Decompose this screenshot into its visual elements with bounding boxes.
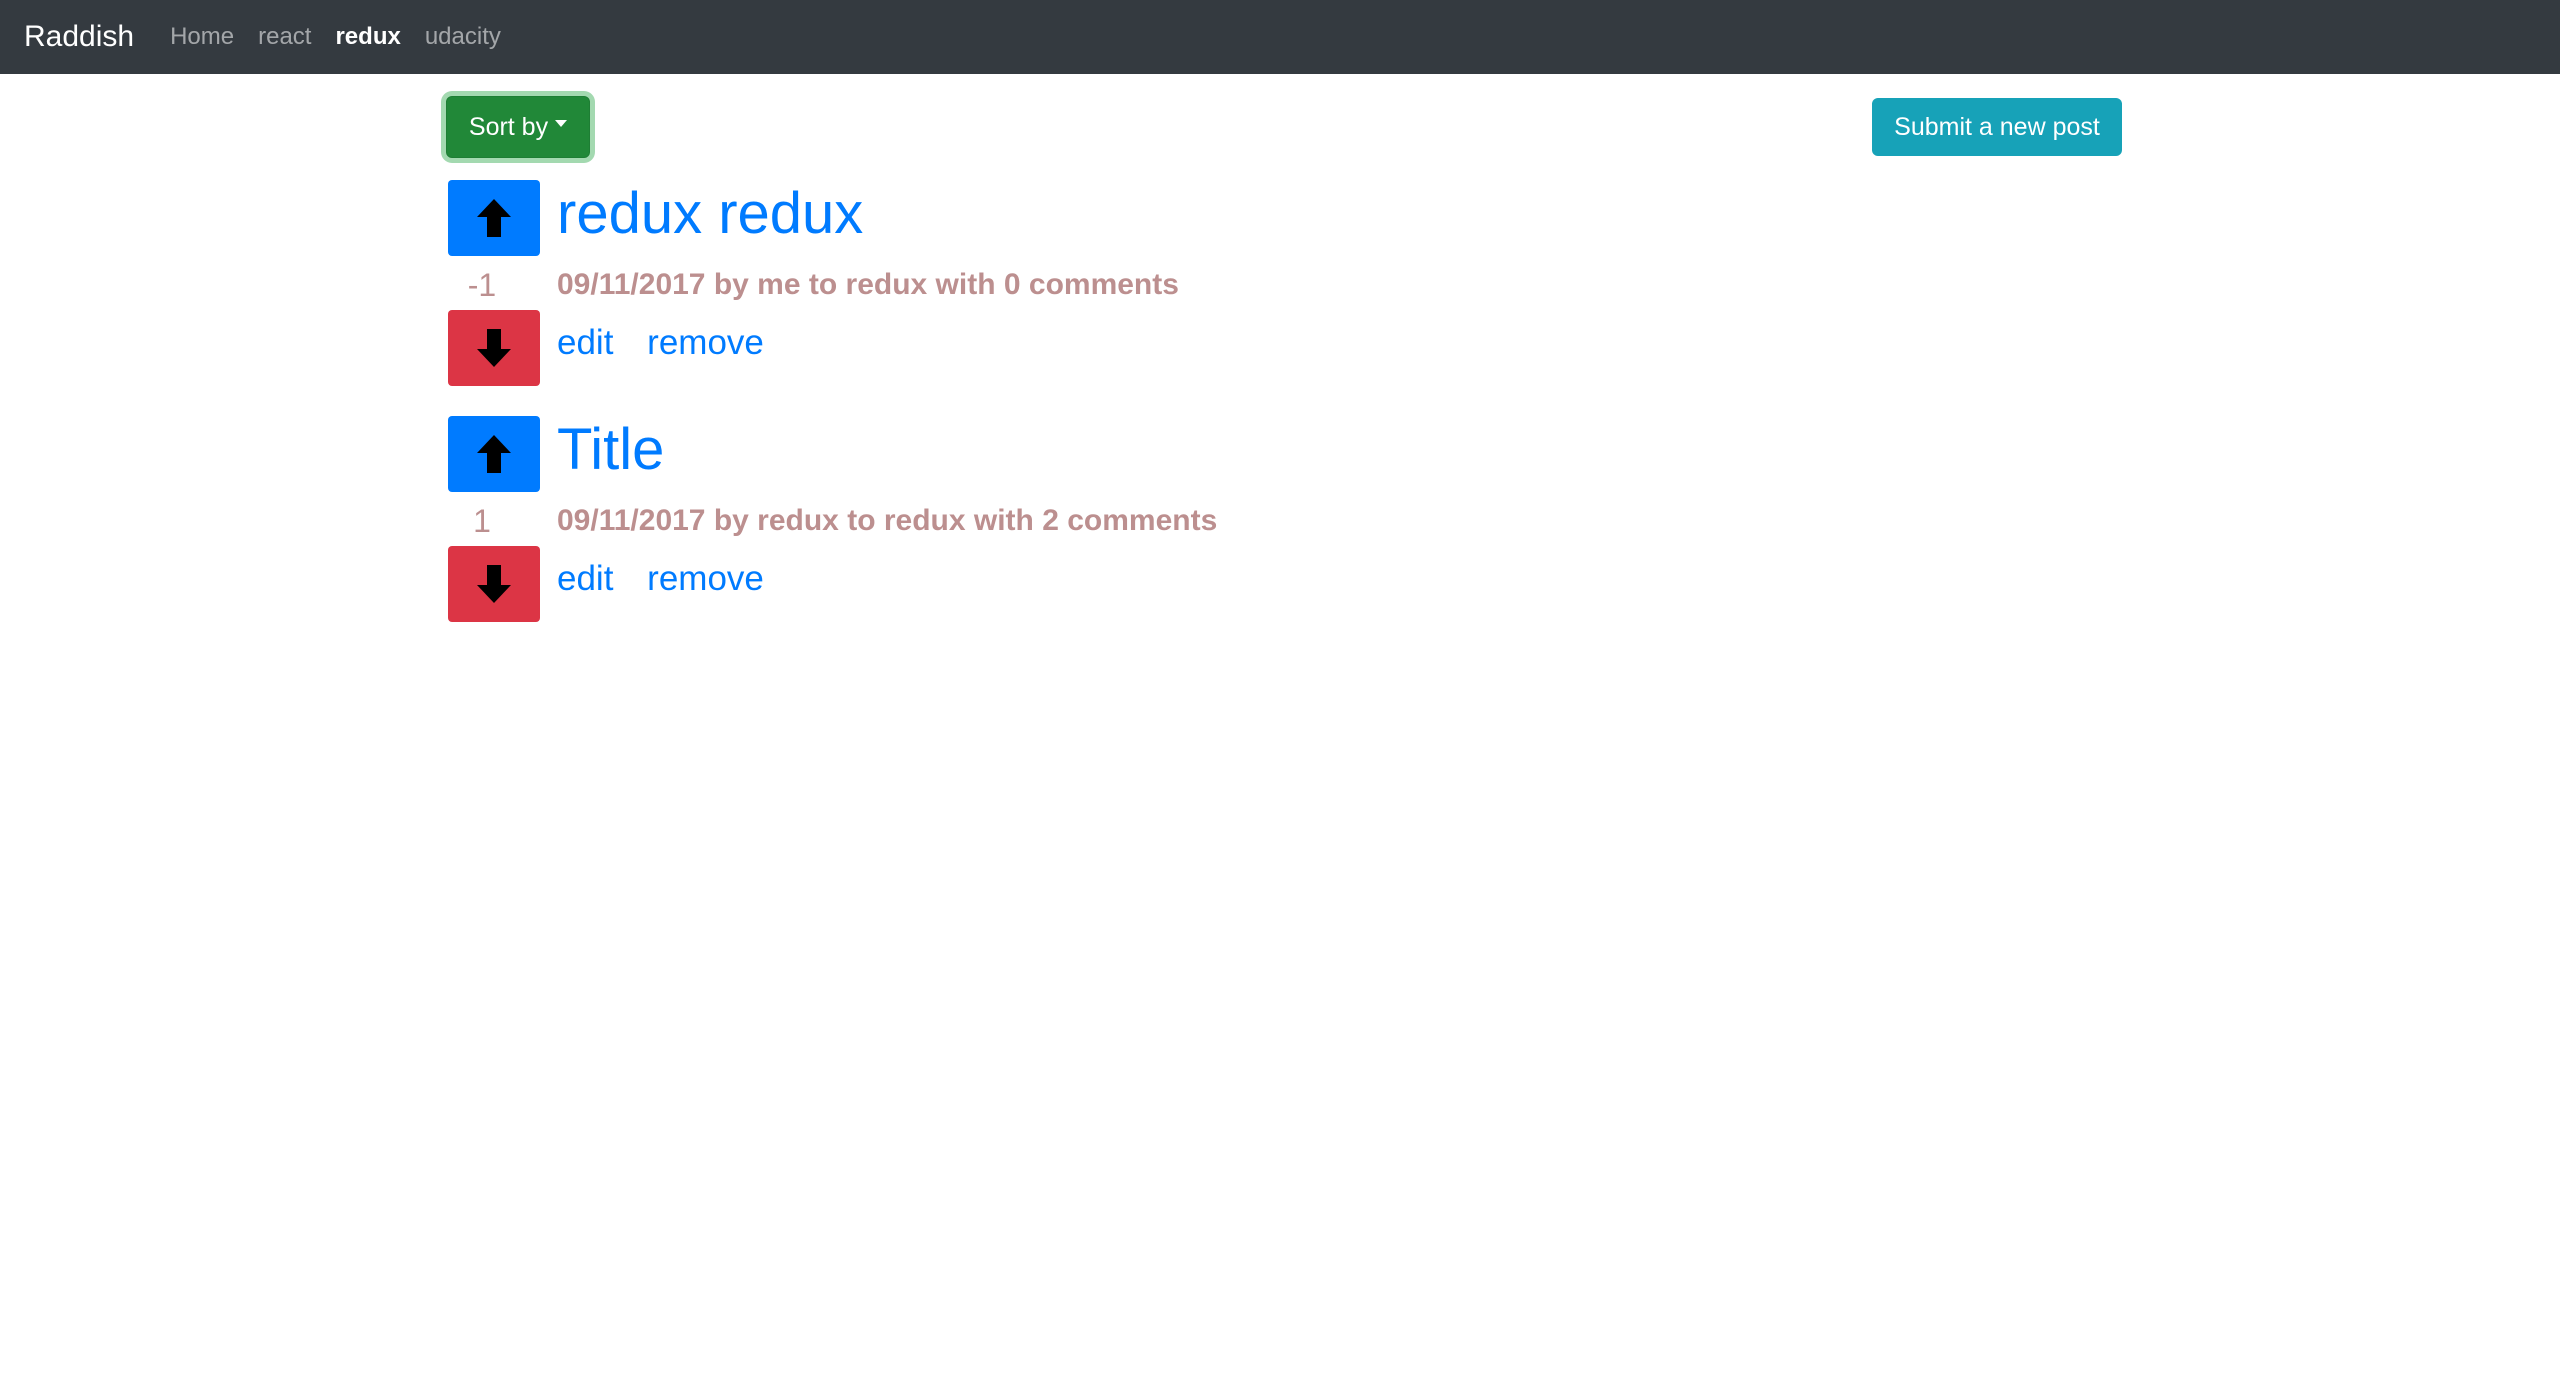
arrow-down-icon [477,329,511,367]
post-score: -1 [467,267,497,303]
post-meta: 09/11/2017 by me to redux with 0 comment… [557,268,1179,301]
remove-post-link[interactable]: remove [647,559,764,598]
downvote-button[interactable] [448,546,540,622]
arrow-down-icon [477,565,511,603]
post-title-link[interactable]: redux redux [557,174,863,254]
edit-post-link[interactable]: edit [557,323,613,362]
arrow-up-icon [477,199,511,237]
downvote-button[interactable] [448,310,540,386]
top-navbar: Raddish Home react redux udacity [0,0,2560,74]
upvote-button[interactable] [448,416,540,492]
post-item: 1 Title 09/11/2017 by redux to redux wit… [448,416,1848,622]
sort-by-label: Sort by [468,112,549,141]
arrow-up-icon [477,435,511,473]
post-item: -1 redux redux 09/11/2017 by me to redux… [448,180,1848,386]
submit-new-post-button[interactable]: Submit a new post [1872,98,2122,156]
nav-link-redux[interactable]: redux [335,23,400,51]
nav-link-react[interactable]: react [258,23,311,51]
brand-logo-link[interactable]: Raddish [24,20,134,54]
edit-post-link[interactable]: edit [557,559,613,598]
nav-link-udacity[interactable]: udacity [425,23,501,51]
caret-down-icon [555,119,568,127]
post-score: 1 [473,503,491,539]
upvote-button[interactable] [448,180,540,256]
post-meta: 09/11/2017 by redux to redux with 2 comm… [557,504,1218,537]
nav-link-home[interactable]: Home [170,23,234,51]
post-actions: edit remove [557,321,788,365]
sort-by-dropdown-button[interactable]: Sort by [446,96,590,158]
remove-post-link[interactable]: remove [647,323,764,362]
post-title-link[interactable]: Title [557,410,664,490]
post-actions: edit remove [557,557,788,601]
